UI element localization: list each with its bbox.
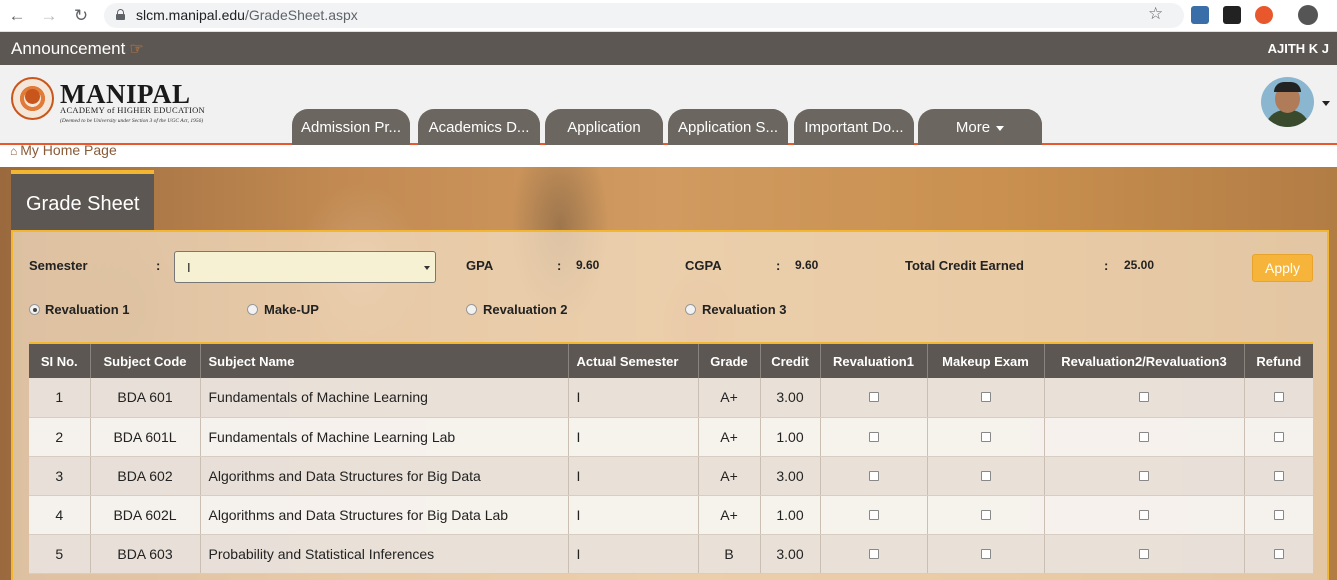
col-refund: Refund xyxy=(1243,342,1313,378)
grade-table: SI No. Subject Code Subject Name Actual … xyxy=(29,342,1313,574)
col-subject-code: Subject Code xyxy=(89,342,200,378)
tab-important-docs[interactable]: Important Do... xyxy=(794,109,914,145)
revaluation-2-radio[interactable] xyxy=(466,304,477,315)
tab-application[interactable]: Application xyxy=(545,109,663,145)
announcement-link[interactable]: Announcement ☞ xyxy=(11,39,144,59)
total-credit-label: Total Credit Earned xyxy=(905,258,1024,273)
revaluation-3-radio[interactable] xyxy=(685,304,696,315)
col-grade: Grade xyxy=(697,342,760,378)
makeup-radio[interactable] xyxy=(247,304,258,315)
cgpa-label: CGPA xyxy=(685,258,722,273)
revaluation1-checkbox[interactable] xyxy=(868,509,879,520)
table-row: 3 BDA 602 Algorithms and Data Structures… xyxy=(29,456,1313,496)
chevron-down-icon[interactable] xyxy=(1322,101,1330,106)
revaluation-1-label[interactable]: Revaluation 1 xyxy=(45,302,130,317)
refund-checkbox[interactable] xyxy=(1273,509,1284,520)
tab-admission[interactable]: Admission Pr... xyxy=(292,109,410,145)
revaluation1-checkbox[interactable] xyxy=(868,392,879,403)
makeup-checkbox[interactable] xyxy=(980,548,991,559)
revaluation-3-label[interactable]: Revaluation 3 xyxy=(702,302,787,317)
revaluation-1-radio[interactable] xyxy=(29,304,40,315)
hand-pointer-icon: ☞ xyxy=(129,41,144,58)
reload-icon[interactable]: ↻ xyxy=(70,5,92,27)
col-makeup-exam: Makeup Exam xyxy=(926,342,1044,378)
revaluation1-checkbox[interactable] xyxy=(868,548,879,559)
makeup-label[interactable]: Make-UP xyxy=(264,302,319,317)
semester-select[interactable]: I xyxy=(174,251,436,283)
chevron-down-icon xyxy=(996,125,1005,131)
revaluation2-3-checkbox[interactable] xyxy=(1139,392,1149,403)
user-avatar[interactable] xyxy=(1261,77,1314,127)
total-credit-value: 25.00 xyxy=(1124,258,1155,272)
user-name[interactable]: AJITH K J xyxy=(1268,41,1329,56)
breadcrumb[interactable]: ⌂ My Home Page xyxy=(10,142,117,158)
announcement-bar: Announcement ☞ AJITH K J xyxy=(0,32,1337,65)
revaluation2-3-checkbox[interactable] xyxy=(1139,509,1149,520)
address-bar[interactable]: slcm.manipal.edu/GradeSheet.aspx xyxy=(104,3,1184,28)
makeup-checkbox[interactable] xyxy=(980,392,991,403)
logo-tagline: (Deemed to be University under Section 3… xyxy=(60,118,204,124)
makeup-checkbox[interactable] xyxy=(980,470,991,481)
browser-toolbar: ← → ↻ slcm.manipal.edu/GradeSheet.aspx ☆ xyxy=(0,0,1337,32)
extension-icon[interactable] xyxy=(1223,6,1241,24)
profile-avatar-icon[interactable] xyxy=(1298,5,1318,25)
logo-subtitle: ACADEMY of HIGHER EDUCATION xyxy=(60,105,205,115)
col-sl-no: SI No. xyxy=(29,342,90,378)
makeup-checkbox[interactable] xyxy=(980,431,991,442)
table-row: 2 BDA 601L Fundamentals of Machine Learn… xyxy=(29,417,1313,457)
col-revaluation1: Revaluation1 xyxy=(819,342,927,378)
table-row: 4 BDA 602L Algorithms and Data Structure… xyxy=(29,495,1313,535)
revaluation-2-label[interactable]: Revaluation 2 xyxy=(483,302,568,317)
back-icon[interactable]: ← xyxy=(6,5,28,27)
lock-icon xyxy=(116,9,125,20)
col-actual-semester: Actual Semester xyxy=(567,342,698,378)
extension-icon[interactable] xyxy=(1255,6,1273,24)
gpa-label: GPA xyxy=(466,258,494,273)
col-credit: Credit xyxy=(759,342,820,378)
extension-icon[interactable] xyxy=(1191,6,1209,24)
url-text: slcm.manipal.edu/GradeSheet.aspx xyxy=(136,7,358,23)
refund-checkbox[interactable] xyxy=(1273,431,1284,442)
tab-academics[interactable]: Academics D... xyxy=(418,109,540,145)
revaluation1-checkbox[interactable] xyxy=(868,470,879,481)
revaluation1-checkbox[interactable] xyxy=(868,431,879,442)
tab-more[interactable]: More xyxy=(918,109,1042,145)
revaluation2-3-checkbox[interactable] xyxy=(1139,431,1149,442)
revaluation2-3-checkbox[interactable] xyxy=(1139,548,1149,559)
apply-button[interactable]: Apply xyxy=(1252,254,1313,282)
refund-checkbox[interactable] xyxy=(1273,548,1284,559)
home-icon: ⌂ xyxy=(10,144,18,158)
site-header: MANIPAL ACADEMY of HIGHER EDUCATION (Dee… xyxy=(0,65,1337,145)
tab-application-status[interactable]: Application S... xyxy=(668,109,788,145)
gpa-value: 9.60 xyxy=(576,258,600,272)
makeup-checkbox[interactable] xyxy=(980,509,991,520)
table-row: 5 BDA 603 Probability and Statistical In… xyxy=(29,534,1313,574)
table-row: 1 BDA 601 Fundamentals of Machine Learni… xyxy=(29,378,1313,418)
col-subject-name: Subject Name xyxy=(199,342,568,378)
bookmark-star-icon[interactable]: ☆ xyxy=(1148,4,1163,24)
cgpa-value: 9.60 xyxy=(795,258,819,272)
refund-checkbox[interactable] xyxy=(1273,392,1284,403)
col-revaluation2-3: Revaluation2/Revaluation3 xyxy=(1043,342,1244,378)
chevron-down-icon xyxy=(424,266,430,270)
forward-icon[interactable]: → xyxy=(38,5,60,27)
page-title-tab: Grade Sheet xyxy=(11,170,154,230)
manipal-seal-icon xyxy=(11,77,54,120)
revaluation2-3-checkbox[interactable] xyxy=(1139,470,1149,481)
table-header-row: SI No. Subject Code Subject Name Actual … xyxy=(29,342,1313,378)
semester-label: Semester xyxy=(29,258,88,273)
refund-checkbox[interactable] xyxy=(1273,470,1284,481)
page-title: Grade Sheet xyxy=(26,193,140,215)
